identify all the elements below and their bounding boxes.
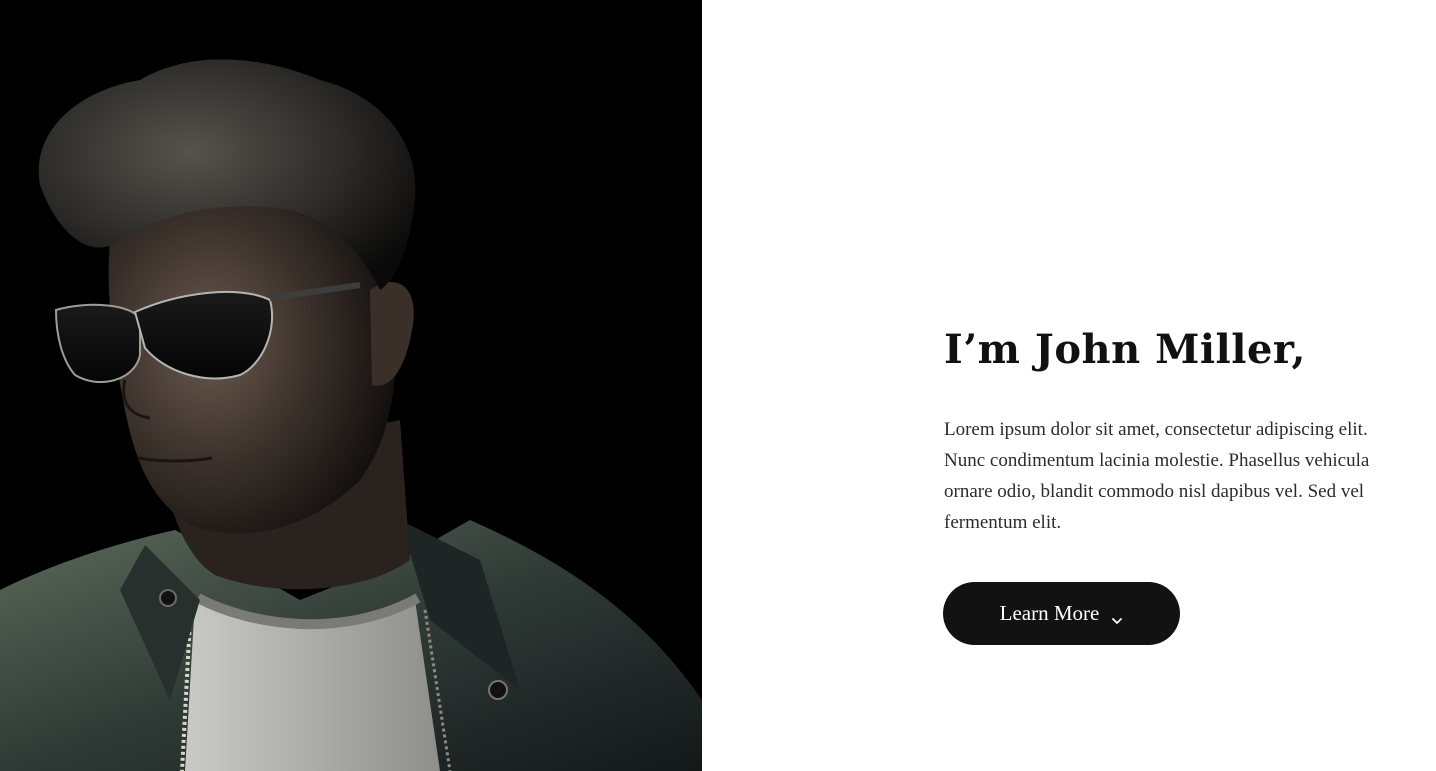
chevron-down-icon: [1111, 608, 1123, 624]
portrait-illustration: [0, 0, 702, 771]
portrait-image: [0, 0, 702, 771]
hero-section: I’m John Miller, Lorem ipsum dolor sit a…: [0, 0, 1436, 771]
page-title: I’m John Miller,: [944, 326, 1306, 373]
learn-more-button[interactable]: Learn More: [943, 582, 1180, 645]
learn-more-label: Learn More: [999, 601, 1100, 625]
intro-panel: I’m John Miller, Lorem ipsum dolor sit a…: [702, 0, 1436, 771]
bio-paragraph: Lorem ipsum dolor sit amet, consectetur …: [944, 419, 1370, 533]
